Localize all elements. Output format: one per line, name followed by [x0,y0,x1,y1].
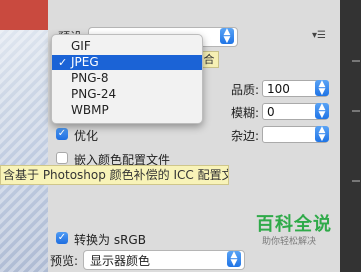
menu-item-wbmp[interactable]: WBMP [52,103,202,118]
quality-stepper-icon[interactable]: ▲ ▼ [315,80,329,97]
optimize-label: 优化 [74,129,99,143]
matte-select-icon[interactable]: ▲ ▼ [315,126,329,143]
watermark-subtitle: 助你轻松解决 [262,237,317,247]
right-toolbar-strip [340,0,361,272]
quality-label: 品质: [231,83,260,97]
preview-label: 预览: [50,254,79,268]
menu-item-png8[interactable]: PNG-8 [52,71,202,86]
convert-srgb-label: 转换为 sRGB [74,233,146,247]
matte-label: 杂边: [231,129,260,143]
menu-item-gif[interactable]: GIF [52,39,202,54]
blur-stepper-icon[interactable]: ▲ ▼ [315,103,329,120]
embed-profile-checkbox[interactable] [56,152,68,164]
panel-menu-icon[interactable]: ▾☰ [312,31,326,41]
optimize-checkbox[interactable]: ✓ [56,128,68,140]
convert-srgb-checkbox[interactable]: ✓ [56,232,68,244]
preview-header-band [0,0,48,30]
toolbar-tick [352,60,360,62]
checkmark-icon: ✓ [58,56,68,69]
preview-select-arrows-icon[interactable]: ▲ ▼ [227,251,241,268]
toolbar-tick [352,180,360,182]
toolbar-tick [352,110,360,112]
menu-item-png24[interactable]: PNG-24 [52,87,202,102]
preview-pattern [0,30,48,272]
preview-select-value: 显示器颜色 [90,254,151,268]
watermark-title: 百科全说 [256,214,332,235]
menu-item-jpeg[interactable]: ✓ JPEG [52,55,202,70]
format-select-arrows-icon[interactable]: ▲ ▼ [220,28,234,45]
format-dropdown-menu: GIF ✓ JPEG PNG-8 PNG-24 WBMP [51,34,203,124]
blur-label: 模糊: [231,106,260,120]
tooltip: 含基于 Photoshop 颜色补偿的 ICC 配置文件 [0,165,229,185]
